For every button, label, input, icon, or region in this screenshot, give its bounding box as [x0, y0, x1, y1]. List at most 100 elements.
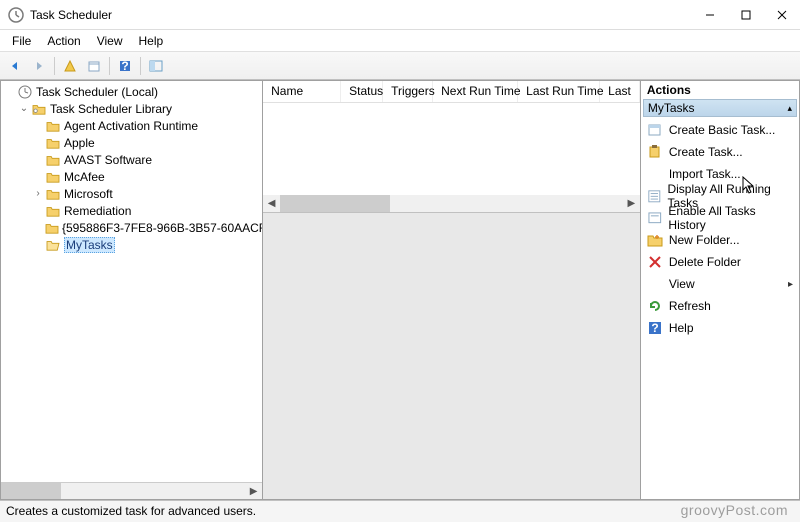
- tree-root[interactable]: Task Scheduler (Local): [3, 83, 260, 100]
- action-enable-history[interactable]: Enable All Tasks History: [643, 207, 797, 229]
- tree-item[interactable]: Agent Activation Runtime: [3, 117, 260, 134]
- action-label: New Folder...: [669, 233, 740, 247]
- task-list: Name Status Triggers Next Run Time Last …: [263, 81, 640, 213]
- folder-icon: [45, 203, 61, 219]
- history-icon: [647, 210, 663, 226]
- watermark: groovyPost.com: [681, 502, 788, 518]
- toolbar-separator: [54, 57, 55, 75]
- tree-label: {595886F3-7FE8-966B-3B57-60AACF398: [62, 221, 262, 235]
- tree-label: Agent Activation Runtime: [64, 119, 198, 133]
- col-nextrun[interactable]: Next Run Time: [433, 81, 518, 102]
- list-scrollbar[interactable]: ◀ ▶: [263, 195, 640, 212]
- scroll-right-arrow[interactable]: ▶: [245, 483, 262, 500]
- tree-label: Microsoft: [64, 187, 113, 201]
- twisty-icon[interactable]: [3, 85, 17, 99]
- tree-label: Task Scheduler Library: [50, 102, 172, 116]
- scroll-thumb[interactable]: [280, 195, 390, 212]
- show-hide-tree-button[interactable]: [145, 55, 167, 77]
- refresh-icon: [647, 298, 663, 314]
- menu-file[interactable]: File: [4, 32, 39, 50]
- tree-item-microsoft[interactable]: › Microsoft: [3, 185, 260, 202]
- action-delete-folder[interactable]: Delete Folder: [643, 251, 797, 273]
- tree-label: Apple: [64, 136, 95, 150]
- folder-icon: [45, 220, 59, 236]
- menubar: File Action View Help: [0, 30, 800, 52]
- menu-action[interactable]: Action: [39, 32, 88, 50]
- action-label: Create Task...: [669, 145, 743, 159]
- tree-item[interactable]: {595886F3-7FE8-966B-3B57-60AACF398: [3, 219, 260, 236]
- actions-panel: Actions MyTasks ▴ Create Basic Task... C…: [641, 80, 800, 500]
- tree-item[interactable]: AVAST Software: [3, 151, 260, 168]
- forward-button[interactable]: [28, 55, 50, 77]
- list-icon: [647, 188, 662, 204]
- action-label: Help: [669, 321, 694, 335]
- toolbar: ?: [0, 52, 800, 80]
- help-button[interactable]: ?: [114, 55, 136, 77]
- close-button[interactable]: [764, 0, 800, 30]
- action-label: Create Basic Task...: [669, 123, 776, 137]
- action-view-submenu[interactable]: View ▸: [643, 273, 797, 295]
- new-folder-icon: [647, 232, 663, 248]
- window-controls: [692, 0, 800, 30]
- actions-context[interactable]: MyTasks ▴: [643, 99, 797, 117]
- col-lastrun[interactable]: Last Run Time: [518, 81, 600, 102]
- folder-icon: [45, 186, 61, 202]
- action-refresh[interactable]: Refresh: [643, 295, 797, 317]
- tree-item-mytasks[interactable]: MyTasks: [3, 236, 260, 253]
- status-text: Creates a customized task for advanced u…: [6, 504, 256, 518]
- toolbar-separator: [140, 57, 141, 75]
- properties-button[interactable]: [83, 55, 105, 77]
- actions-list: Create Basic Task... Create Task... Impo…: [641, 117, 799, 341]
- scroll-left-arrow[interactable]: ◀: [263, 195, 280, 212]
- action-new-folder[interactable]: New Folder...: [643, 229, 797, 251]
- tree-library[interactable]: ⌄ Task Scheduler Library: [3, 100, 260, 117]
- col-name[interactable]: Name: [263, 81, 341, 102]
- blank-icon: [647, 276, 663, 292]
- col-triggers[interactable]: Triggers: [383, 81, 433, 102]
- maximize-button[interactable]: [728, 0, 764, 30]
- expand-icon[interactable]: ⌄: [17, 102, 31, 116]
- folder-icon: [45, 135, 61, 151]
- action-help[interactable]: ? Help: [643, 317, 797, 339]
- folder-icon: [45, 118, 61, 134]
- action-pane-toggle[interactable]: [59, 55, 81, 77]
- tree-label: AVAST Software: [64, 153, 152, 167]
- menu-help[interactable]: Help: [131, 32, 172, 50]
- action-label: Enable All Tasks History: [668, 204, 793, 232]
- list-body[interactable]: [263, 103, 640, 195]
- tree-item[interactable]: McAfee: [3, 168, 260, 185]
- expand-icon[interactable]: ›: [31, 187, 45, 201]
- help-icon: ?: [647, 320, 663, 336]
- tree-item[interactable]: Remediation: [3, 202, 260, 219]
- action-label: Refresh: [669, 299, 711, 313]
- blank-icon: [647, 166, 663, 182]
- actions-context-label: MyTasks: [648, 101, 695, 115]
- folder-icon: [45, 152, 61, 168]
- tree-item[interactable]: Apple: [3, 134, 260, 151]
- action-create-task[interactable]: Create Task...: [643, 141, 797, 163]
- task-detail: [263, 213, 640, 499]
- collapse-icon[interactable]: ▴: [787, 103, 792, 114]
- tree-panel: Task Scheduler (Local) ⌄ Task Scheduler …: [0, 80, 262, 500]
- tree-label: Task Scheduler (Local): [36, 85, 158, 99]
- col-status[interactable]: Status: [341, 81, 383, 102]
- scroll-thumb[interactable]: [1, 483, 61, 500]
- list-header: Name Status Triggers Next Run Time Last …: [263, 81, 640, 103]
- action-label: View: [669, 277, 695, 291]
- content-panel: Name Status Triggers Next Run Time Last …: [262, 80, 641, 500]
- wizard-icon: [647, 122, 663, 138]
- titlebar: Task Scheduler: [0, 0, 800, 30]
- action-create-basic-task[interactable]: Create Basic Task...: [643, 119, 797, 141]
- back-button[interactable]: [4, 55, 26, 77]
- minimize-button[interactable]: [692, 0, 728, 30]
- tree-label: McAfee: [64, 170, 105, 184]
- window-title: Task Scheduler: [30, 8, 692, 22]
- svg-text:?: ?: [121, 59, 128, 73]
- toolbar-separator: [109, 57, 110, 75]
- col-lastresult[interactable]: Last: [600, 81, 640, 102]
- tree[interactable]: Task Scheduler (Local) ⌄ Task Scheduler …: [1, 81, 262, 482]
- tree-scrollbar[interactable]: ▶: [1, 482, 262, 499]
- clock-icon: [17, 84, 33, 100]
- menu-view[interactable]: View: [89, 32, 131, 50]
- scroll-right-arrow[interactable]: ▶: [623, 195, 640, 212]
